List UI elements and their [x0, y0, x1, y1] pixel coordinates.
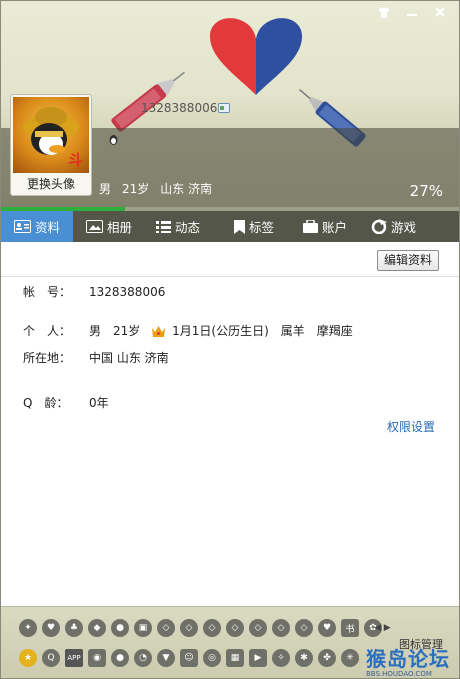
content-divider: [1, 276, 459, 277]
watermark-logo: 猴岛论坛 BBS.HOUDAO.COM: [366, 643, 450, 678]
heart-badge-icon[interactable]: ♥: [318, 619, 336, 637]
service-icon-4[interactable]: ◆: [88, 619, 106, 637]
chat-icon[interactable]: ◔: [134, 649, 152, 667]
badge-icon[interactable]: ✧: [272, 649, 290, 667]
eye-icon[interactable]: ◎: [203, 649, 221, 667]
profile-header: 斗 更换头像 1328388006 男 21岁 山东 济南 27%: [1, 1, 459, 207]
face-icon[interactable]: ☺: [180, 649, 198, 667]
minimize-icon[interactable]: [399, 3, 425, 21]
icon-footer: ✦ ♥ ♣ ◆ ● ▣ ◇ ◇ ◇ ◇ ◇ ◇ ◇ ♥ 书 ✿ ◀ ▶ ★ Q …: [1, 606, 459, 678]
qq-number: 1328388006: [141, 101, 218, 115]
star-icon[interactable]: ★: [19, 649, 37, 667]
service-icon-3[interactable]: ♣: [65, 619, 83, 637]
penguin-level-icon[interactable]: [108, 134, 119, 145]
tab-album[interactable]: 相册: [73, 211, 146, 242]
tab-game[interactable]: 游戏: [363, 211, 459, 242]
permission-settings-link[interactable]: 权限设置: [387, 418, 435, 435]
account-row: 帐 号： 1328388006: [23, 283, 165, 300]
tab-bar: 资料 相册 动态 标签 账户 游戏: [1, 211, 459, 242]
leaf-icon[interactable]: ✤: [318, 649, 336, 667]
profile-window: 斗 更换头像 1328388006 男 21岁 山东 济南 27% 资料 相册 …: [0, 0, 460, 679]
account-value: 1328388006: [89, 284, 166, 299]
completion-percent: 27%: [409, 182, 443, 200]
feed-icon: [156, 220, 171, 233]
diamond-icon-2[interactable]: ◇: [180, 619, 198, 637]
profile-card-icon: [14, 220, 31, 233]
qzone-icon[interactable]: Q: [42, 649, 60, 667]
personal-birthday: 1月1日(公历生日): [172, 324, 269, 338]
qq-card-icon[interactable]: [218, 103, 230, 113]
video-icon[interactable]: ▶: [249, 649, 267, 667]
tab-account-label: 账户: [322, 220, 348, 235]
summary-age: 21岁: [122, 182, 150, 196]
game-icon: [371, 219, 387, 234]
diamond-icon-3[interactable]: ◇: [203, 619, 221, 637]
account-label: 帐 号：: [23, 285, 72, 299]
location-label: 所在地：: [23, 351, 72, 365]
tab-profile[interactable]: 资料: [1, 211, 73, 242]
diamond-icon-7[interactable]: ◇: [295, 619, 313, 637]
watermark-text: 猴岛论坛: [366, 647, 450, 671]
close-icon[interactable]: [427, 3, 453, 21]
personal-gender: 男: [89, 324, 102, 338]
location-row: 所在地： 中国 山东 济南: [23, 349, 169, 366]
penguin-service-icon[interactable]: ●: [111, 619, 129, 637]
qq-age-label: Q 龄：: [23, 396, 69, 410]
album-icon: [86, 220, 103, 233]
personal-birthday-group: 1月1日(公历生日): [152, 322, 269, 339]
personal-age: 21岁: [113, 324, 141, 338]
avatar[interactable]: 斗: [13, 97, 89, 173]
window-controls: [371, 3, 453, 21]
app-icon[interactable]: APP: [65, 649, 83, 667]
avatar-frame: 斗 更换头像: [10, 94, 92, 196]
service-icon-1[interactable]: ✦: [19, 619, 37, 637]
svg-text:斗: 斗: [68, 151, 83, 169]
qq-age-value: 0年: [89, 396, 109, 410]
service-icons-row-2: ★ Q APP ◉ ● ◔ ▼ ☺ ◎ ▦ ▶ ✧ ✱ ✤ ✳: [19, 649, 359, 667]
personal-row: 个 人： 男 21岁 1月1日(公历生日) 属羊 摩羯座: [23, 322, 353, 339]
service-icon-6[interactable]: ▣: [134, 619, 152, 637]
profile-summary: 男 21岁 山东 济南: [99, 180, 212, 197]
skin-icon[interactable]: [371, 3, 397, 21]
edit-profile-button[interactable]: 编辑资料: [377, 250, 439, 271]
tab-profile-label: 资料: [35, 220, 61, 235]
diamond-icon-1[interactable]: ◇: [157, 619, 175, 637]
penguin-icon[interactable]: ●: [111, 649, 129, 667]
tab-album-label: 相册: [107, 220, 133, 235]
tab-account[interactable]: 账户: [292, 211, 363, 242]
tab-tags-label: 标签: [249, 220, 275, 235]
gear-service-icon[interactable]: ✱: [295, 649, 313, 667]
personal-label: 个 人：: [23, 324, 72, 338]
diamond-icon-6[interactable]: ◇: [272, 619, 290, 637]
service-icons-row-1: ✦ ♥ ♣ ◆ ● ▣ ◇ ◇ ◇ ◇ ◇ ◇ ◇ ♥ 书 ✿: [19, 619, 382, 637]
grid-icon[interactable]: ▦: [226, 649, 244, 667]
qq-age-row: Q 龄： 0年: [23, 394, 109, 411]
camera-icon[interactable]: ◉: [88, 649, 106, 667]
tag-icon: [234, 219, 245, 234]
tab-feed[interactable]: 动态: [146, 211, 220, 242]
personal-values: 男 21岁 1月1日(公历生日) 属羊 摩羯座: [89, 322, 353, 339]
summary-location: 山东 济南: [160, 182, 213, 196]
crown-icon: [152, 326, 166, 337]
tab-feed-label: 动态: [175, 220, 201, 235]
change-avatar-button[interactable]: 更换头像: [11, 174, 91, 195]
sparkle-icon[interactable]: ✳: [341, 649, 359, 667]
tab-tags[interactable]: 标签: [220, 211, 292, 242]
shield-icon[interactable]: ▼: [157, 649, 175, 667]
wallet-icon: [303, 220, 318, 233]
personal-zodiac: 属羊: [280, 324, 305, 338]
profile-details: 编辑资料 帐 号： 1328388006 个 人： 男 21岁 1月1日(公历生…: [1, 242, 459, 606]
tab-game-label: 游戏: [391, 220, 417, 235]
icon-page-arrows[interactable]: ◀ ▶: [374, 623, 391, 633]
summary-gender: 男: [99, 182, 112, 196]
diamond-icon-4[interactable]: ◇: [226, 619, 244, 637]
diamond-icon-5[interactable]: ◇: [249, 619, 267, 637]
personal-constellation: 摩羯座: [316, 324, 353, 338]
location-value: 中国 山东 济南: [89, 351, 169, 365]
book-icon[interactable]: 书: [341, 619, 359, 637]
heart-service-icon[interactable]: ♥: [42, 619, 60, 637]
